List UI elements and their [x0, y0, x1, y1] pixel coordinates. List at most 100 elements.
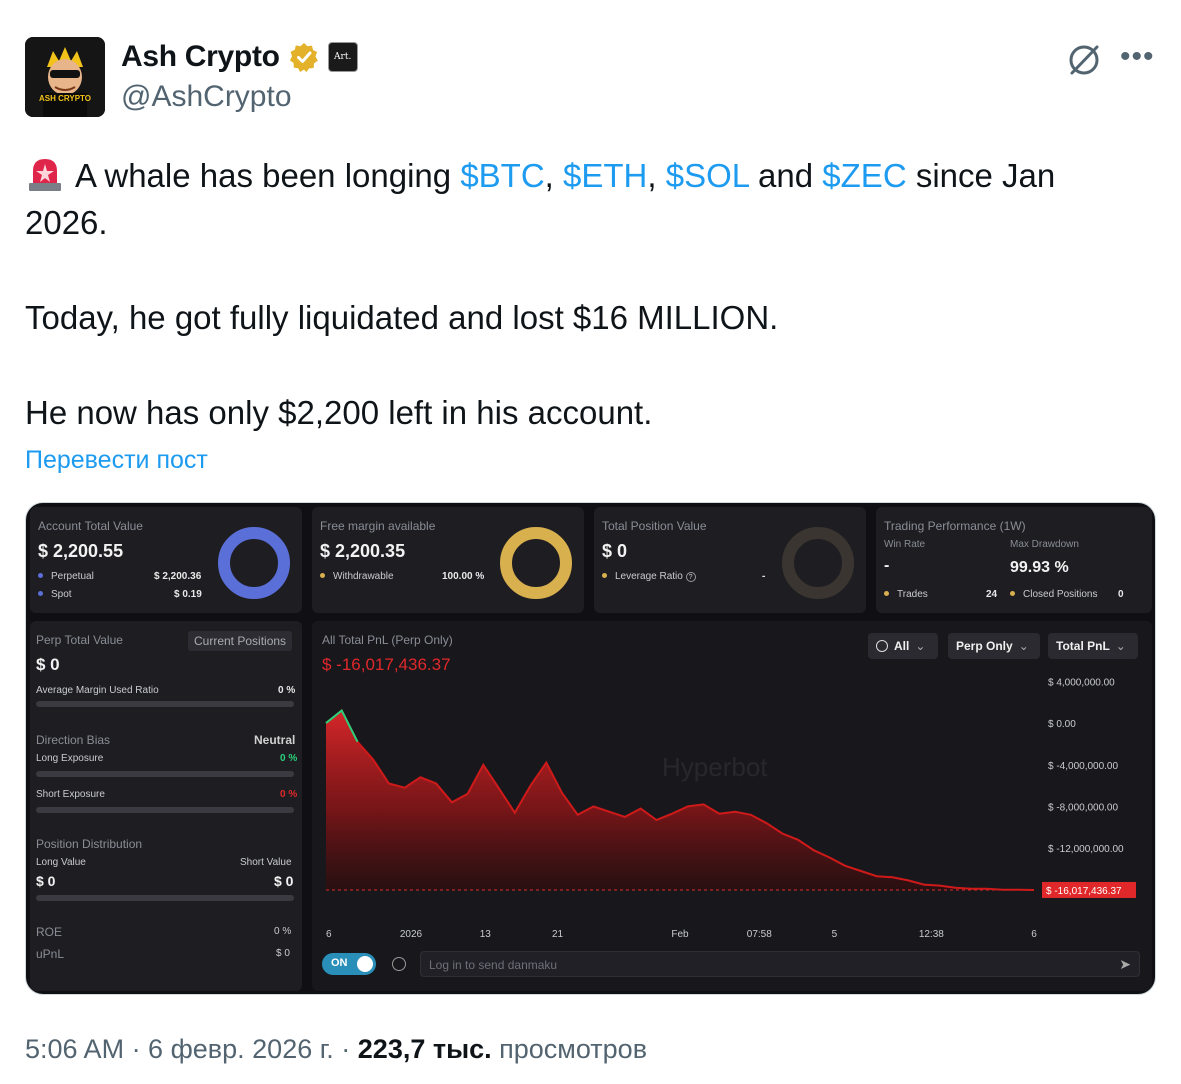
avg-margin-bar [36, 701, 294, 707]
y-tick-label: $ -8,000,000.00 [1048, 802, 1118, 813]
upnl-value: $ 0 [276, 948, 290, 959]
tweet-paragraph-2: Today, he got fully liquidated and lost … [25, 299, 779, 336]
direction-bias-label: Direction Bias [36, 733, 111, 747]
avg-margin-value: 0 % [278, 685, 296, 696]
cashtag-eth[interactable]: $ETH [563, 157, 647, 194]
long-exposure-value: 0 % [280, 753, 298, 764]
long-value-label: Long Value [36, 857, 86, 868]
avg-margin-label: Average Margin Used Ratio [36, 685, 159, 696]
x-tick-label: 6 [326, 929, 332, 940]
short-exposure-bar [36, 807, 294, 813]
x-tick-label: 21 [552, 929, 564, 940]
pnl-label: All Total PnL (Perp Only) [322, 633, 453, 647]
x-tick-label: 12:38 [919, 929, 944, 940]
position-value-label: Total Position Value [602, 519, 707, 533]
leverage-value: - [762, 571, 766, 582]
attached-image[interactable]: Account Total Value $ 2,200.55 Perpetual… [25, 502, 1156, 995]
closed-positions-label: Closed Positions [1023, 589, 1098, 600]
perp-panel: Perp Total Value Current Positions $ 0 A… [30, 621, 302, 991]
y-tick-label: $ 4,000,000.00 [1048, 677, 1115, 688]
leverage-label: Leverage Ratio [615, 571, 683, 582]
siren-emoji-icon [29, 159, 61, 191]
x-tick-label: 13 [480, 929, 492, 940]
max-drawdown-value: 99.93 % [1010, 559, 1069, 576]
position-distribution-label: Position Distribution [36, 837, 143, 851]
x-tick-label: 2026 [400, 929, 423, 940]
hyperbot-watermark: Hyperbot [662, 752, 768, 782]
account-value-card: Account Total Value $ 2,200.55 Perpetual… [30, 507, 302, 613]
author-handle[interactable]: @AshCrypto [121, 80, 292, 114]
view-count: 223,7 тыс. [357, 1034, 492, 1064]
tweet-body: A whale has been longing $BTC, $ETH, $SO… [25, 152, 1135, 436]
danmaku-input[interactable]: Log in to send danmaku ➤ [420, 951, 1140, 977]
trades-value: 24 [986, 589, 998, 600]
tweet-meta: 5:06 AM · 6 февр. 2026 г. · 223,7 тыс. п… [25, 1034, 648, 1064]
avatar[interactable]: ASH CRYPTO [25, 37, 105, 117]
cashtag-sol[interactable]: $SOL [666, 157, 749, 194]
danmaku-toggle[interactable]: ON [322, 953, 376, 975]
win-rate-value: - [884, 557, 890, 574]
max-drawdown-label: Max Drawdown [1010, 539, 1079, 550]
withdrawable-label: Withdrawable [333, 571, 394, 582]
affiliate-badge[interactable]: Art. [327, 42, 358, 72]
short-exposure-value: 0 % [280, 789, 298, 800]
svg-text:ASH CRYPTO: ASH CRYPTO [39, 94, 91, 103]
position-value: $ 0 [602, 541, 628, 561]
performance-label: Trading Performance (1W) [884, 519, 1026, 533]
timestamp[interactable]: 5:06 AM · 6 февр. 2026 г. · [25, 1034, 358, 1064]
total-pnl-filter[interactable]: Total PnL ⌄ [1048, 633, 1138, 659]
y-tick-label: $ 0.00 [1048, 719, 1076, 730]
y-tick-label: $ -4,000,000.00 [1048, 761, 1118, 772]
perp-total-value: $ 0 [36, 655, 60, 674]
x-tick-label: 5 [832, 929, 838, 940]
translate-post-link[interactable]: Перевести пост [25, 446, 208, 475]
long-exposure-label: Long Exposure [36, 753, 104, 764]
grok-icon[interactable] [1064, 40, 1104, 80]
chevron-down-icon: ⌄ [1018, 639, 1029, 653]
short-exposure-label: Short Exposure [36, 789, 105, 800]
position-donut [782, 527, 854, 599]
current-positions-button[interactable]: Current Positions [188, 631, 293, 651]
tweet-paragraph-3: He now has only $2,200 left in his accou… [25, 394, 653, 431]
tweet-paragraph-1: A whale has been longing $BTC, $ETH, $SO… [25, 152, 1135, 246]
account-value-label: Account Total Value [38, 519, 143, 533]
cashtag-zec[interactable]: $ZEC [822, 157, 906, 194]
perp-only-filter[interactable]: Perp Only ⌄ [948, 633, 1040, 659]
perpetual-label: Perpetual [51, 571, 94, 582]
info-icon[interactable]: ? [685, 572, 696, 582]
withdrawable-value: 100.00 % [442, 571, 485, 582]
x-tick-label: Feb [671, 929, 689, 940]
short-value-label: Short Value [240, 857, 292, 868]
verified-badge-icon[interactable] [288, 41, 320, 73]
direction-bias-value: Neutral [254, 733, 296, 747]
more-options-icon[interactable]: ••• [1120, 42, 1155, 72]
free-margin-value: $ 2,200.35 [320, 541, 406, 561]
last-value-label: $ -16,017,436.37 [1046, 886, 1122, 897]
perp-total-label: Perp Total Value [36, 633, 123, 647]
long-value: $ 0 [36, 873, 56, 889]
margin-donut [500, 527, 572, 599]
free-margin-label: Free margin available [320, 519, 436, 533]
danmaku-settings-icon[interactable] [392, 957, 406, 971]
roe-value: 0 % [274, 926, 292, 937]
short-value: $ 0 [274, 873, 294, 889]
author-name[interactable]: Ash Crypto [121, 40, 280, 74]
perpetual-value: $ 2,200.36 [154, 571, 202, 582]
pnl-panel: All Total PnL (Perp Only) $ -16,017,436.… [312, 621, 1152, 991]
send-icon[interactable]: ➤ [1119, 956, 1131, 973]
position-value-card: Total Position Value $ 0 Leverage Ratio … [594, 507, 866, 613]
y-tick-label: $ -12,000,000.00 [1048, 844, 1124, 855]
chevron-down-icon: ⌄ [915, 639, 926, 653]
x-tick-label: 6 [1031, 929, 1037, 940]
long-exposure-bar [36, 771, 294, 777]
cashtag-btc[interactable]: $BTC [460, 157, 544, 194]
account-value: $ 2,200.55 [38, 541, 124, 561]
trading-performance-card: Trading Performance (1W) Win Rate - Max … [876, 507, 1152, 613]
pnl-area [326, 710, 1034, 890]
roe-label: ROE [36, 925, 63, 939]
free-margin-card: Free margin available $ 2,200.35 Withdra… [312, 507, 584, 613]
time-range-filter[interactable]: All ⌄ [868, 633, 938, 659]
pnl-chart: $ 4,000,000.00 $ 0.00 $ -4,000,000.00 $ -8,… [325, 677, 1136, 940]
spot-value: $ 0.19 [174, 589, 202, 600]
spot-label: Spot [51, 589, 72, 600]
